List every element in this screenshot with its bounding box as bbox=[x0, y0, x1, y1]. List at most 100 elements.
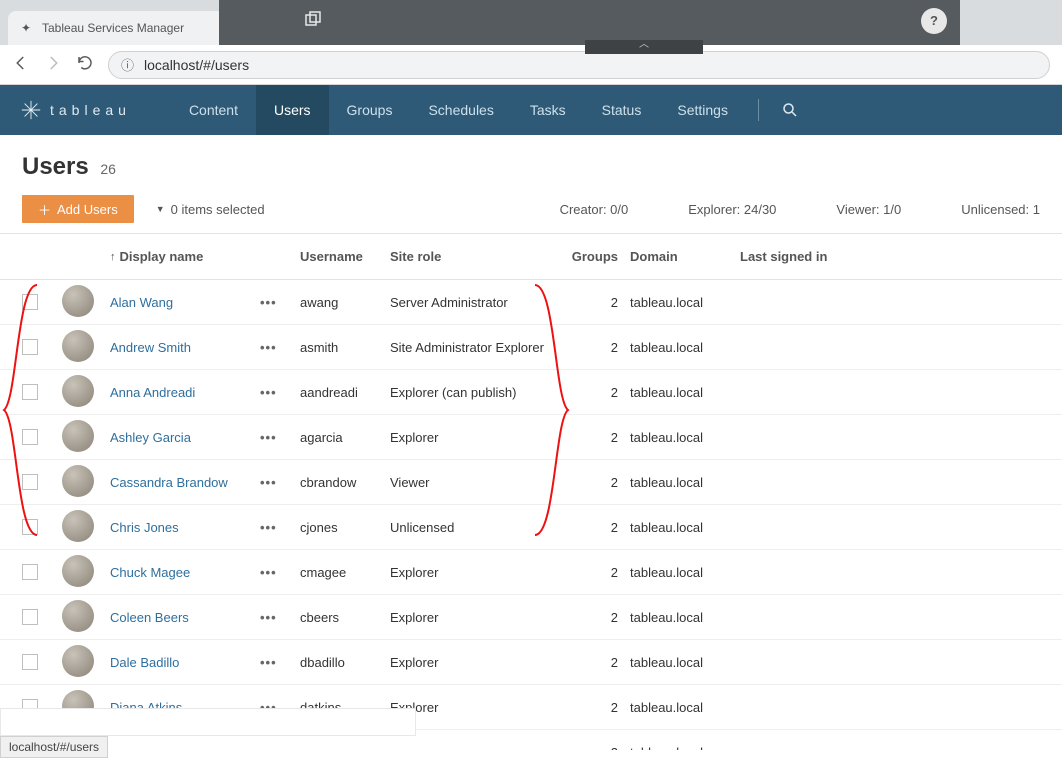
caret-down-icon: ▼ bbox=[156, 204, 165, 214]
nav-groups[interactable]: Groups bbox=[329, 85, 411, 135]
avatar bbox=[62, 645, 94, 677]
nav-schedules[interactable]: Schedules bbox=[410, 85, 511, 135]
row-checkbox[interactable] bbox=[22, 474, 38, 490]
row-checkbox[interactable] bbox=[22, 294, 38, 310]
row-actions-icon[interactable]: ••• bbox=[260, 745, 277, 751]
nav-settings[interactable]: Settings bbox=[659, 85, 746, 135]
help-icon[interactable]: ? bbox=[921, 8, 947, 34]
col-last-signed-in[interactable]: Last signed in bbox=[740, 249, 870, 264]
cell-site-role: Server Administrator bbox=[390, 295, 560, 310]
col-username[interactable]: Username bbox=[300, 249, 390, 264]
row-checkbox[interactable] bbox=[22, 384, 38, 400]
col-site-role[interactable]: Site role bbox=[390, 249, 560, 264]
os-titlebar-overlay: ︿ bbox=[219, 0, 960, 45]
row-actions-icon[interactable]: ••• bbox=[260, 520, 277, 535]
row-checkbox[interactable] bbox=[22, 339, 38, 355]
cell-groups: 2 bbox=[560, 295, 630, 310]
row-actions-icon[interactable]: ••• bbox=[260, 655, 277, 670]
cell-site-role: er bbox=[390, 745, 560, 751]
add-users-label: Add Users bbox=[57, 202, 118, 217]
avatar bbox=[62, 510, 94, 542]
cell-domain: tableau.local bbox=[630, 295, 740, 310]
row-actions-icon[interactable]: ••• bbox=[260, 430, 277, 445]
counter-creator: Creator: 0/0 bbox=[560, 202, 629, 217]
cell-groups: 2 bbox=[560, 520, 630, 535]
cell-username: aandreadi bbox=[300, 385, 390, 400]
row-checkbox[interactable] bbox=[22, 429, 38, 445]
cell-domain: tableau.local bbox=[630, 610, 740, 625]
cell-groups: 2 bbox=[560, 385, 630, 400]
row-checkbox[interactable] bbox=[22, 609, 38, 625]
cell-domain: tableau.local bbox=[630, 655, 740, 670]
tab-favicon-icon: ✦ bbox=[18, 20, 34, 36]
user-display-name-link[interactable]: Chris Jones bbox=[110, 520, 179, 535]
site-info-icon[interactable]: ⓘ bbox=[121, 55, 134, 74]
cell-username: cbrandow bbox=[300, 475, 390, 490]
address-bar[interactable]: ⓘ localhost/#/users bbox=[108, 51, 1050, 79]
col-display-name[interactable]: ↑ Display name bbox=[110, 249, 260, 264]
license-counters: Creator: 0/0 Explorer: 24/30 Viewer: 1/0… bbox=[560, 202, 1040, 217]
nav-content[interactable]: Content bbox=[171, 85, 256, 135]
app-header: tableau Content Users Groups Schedules T… bbox=[0, 85, 1062, 135]
cell-groups: 2 bbox=[560, 340, 630, 355]
tab-title: Tableau Services Manager bbox=[42, 21, 184, 35]
cell-site-role: Explorer (can publish) bbox=[390, 385, 560, 400]
selection-info[interactable]: ▼ 0 items selected bbox=[156, 202, 265, 217]
row-checkbox[interactable] bbox=[22, 519, 38, 535]
user-display-name-link[interactable]: Chuck Magee bbox=[110, 565, 190, 580]
tableau-logo[interactable]: tableau bbox=[0, 99, 151, 121]
cell-groups: 2 bbox=[560, 745, 630, 751]
cell-site-role: Viewer bbox=[390, 475, 560, 490]
back-icon[interactable] bbox=[12, 54, 30, 75]
page-title: Users bbox=[22, 153, 89, 180]
nav-users[interactable]: Users bbox=[256, 85, 329, 135]
row-checkbox[interactable] bbox=[22, 654, 38, 670]
nav-divider bbox=[758, 99, 759, 121]
users-toolbar: ＋ Add Users ▼ 0 items selected Creator: … bbox=[0, 181, 1062, 234]
table-row: Chuck Magee•••cmageeExplorer2tableau.loc… bbox=[0, 550, 1062, 595]
row-actions-icon[interactable]: ••• bbox=[260, 340, 277, 355]
browser-tab[interactable]: ✦ Tableau Services Manager × bbox=[8, 11, 238, 45]
avatar bbox=[62, 330, 94, 362]
cell-groups: 2 bbox=[560, 430, 630, 445]
row-actions-icon[interactable]: ••• bbox=[260, 610, 277, 625]
row-actions-icon[interactable]: ••• bbox=[260, 295, 277, 310]
user-display-name-link[interactable]: Alan Wang bbox=[110, 295, 173, 310]
table-row: Andrew Smith•••asmithSite Administrator … bbox=[0, 325, 1062, 370]
cell-groups: 2 bbox=[560, 610, 630, 625]
browser-statusbar: localhost/#/users bbox=[0, 736, 108, 758]
reload-icon[interactable] bbox=[76, 54, 94, 75]
avatar bbox=[62, 465, 94, 497]
user-display-name-link[interactable]: Ashley Garcia bbox=[110, 430, 191, 445]
row-checkbox[interactable] bbox=[22, 564, 38, 580]
users-table-header: ↑ Display name Username Site role Groups… bbox=[0, 234, 1062, 280]
user-display-name-link[interactable]: Andrew Smith bbox=[110, 340, 191, 355]
cell-domain: tableau.local bbox=[630, 385, 740, 400]
hover-tooltip bbox=[0, 708, 416, 736]
nav-status[interactable]: Status bbox=[584, 85, 660, 135]
cell-username: cmagee bbox=[300, 565, 390, 580]
row-actions-icon[interactable]: ••• bbox=[260, 565, 277, 580]
add-users-button[interactable]: ＋ Add Users bbox=[22, 195, 134, 223]
row-actions-icon[interactable]: ••• bbox=[260, 385, 277, 400]
table-row: Coleen Beers•••cbeersExplorer2tableau.lo… bbox=[0, 595, 1062, 640]
cell-username: cjones bbox=[300, 520, 390, 535]
user-display-name-link[interactable]: Anna Andreadi bbox=[110, 385, 195, 400]
cell-groups: 2 bbox=[560, 475, 630, 490]
nav-tasks[interactable]: Tasks bbox=[512, 85, 584, 135]
cell-username: dbadillo bbox=[300, 655, 390, 670]
row-actions-icon[interactable]: ••• bbox=[260, 475, 277, 490]
cell-username: agarcia bbox=[300, 430, 390, 445]
col-groups[interactable]: Groups bbox=[560, 249, 630, 264]
brand-text: tableau bbox=[50, 102, 131, 118]
avatar bbox=[62, 555, 94, 587]
user-display-name-link[interactable]: Coleen Beers bbox=[110, 610, 189, 625]
overlay-pulldown-handle[interactable]: ︿ bbox=[585, 40, 703, 54]
counter-viewer: Viewer: 1/0 bbox=[836, 202, 901, 217]
search-icon[interactable] bbox=[771, 85, 809, 135]
user-display-name-link[interactable]: Dale Badillo bbox=[110, 655, 179, 670]
table-row: Cassandra Brandow•••cbrandowViewer2table… bbox=[0, 460, 1062, 505]
users-table-body[interactable]: Alan Wang•••awangServer Administrator2ta… bbox=[0, 280, 1062, 750]
user-display-name-link[interactable]: Cassandra Brandow bbox=[110, 475, 228, 490]
col-domain[interactable]: Domain bbox=[630, 249, 740, 264]
